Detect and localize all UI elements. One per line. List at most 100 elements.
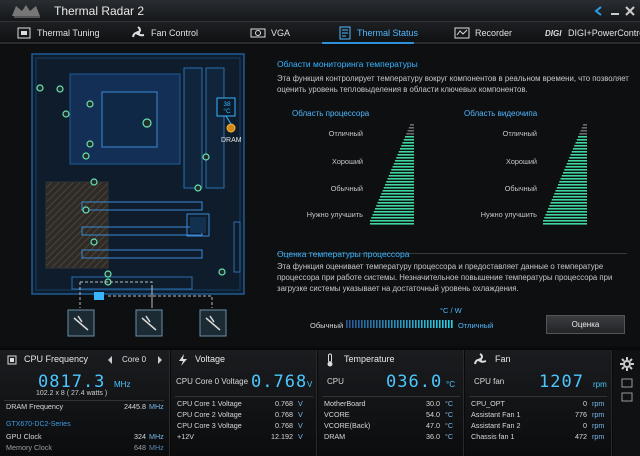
gauge-bar — [407, 130, 414, 132]
temperature-row-unit: °C — [445, 432, 454, 441]
next-core-icon[interactable] — [156, 356, 164, 364]
cpu-level-normal: Обычный — [330, 184, 363, 193]
gauge-bar — [410, 124, 414, 126]
core-select[interactable]: Core 0 — [122, 355, 146, 364]
scale-tick — [355, 320, 357, 328]
gauge-bar — [372, 214, 414, 216]
document-icon — [339, 26, 351, 40]
gauge-bar — [553, 196, 587, 198]
scale-tick — [445, 320, 447, 328]
tab-label: VGA — [271, 28, 291, 38]
cpu-level-excellent: Отличный — [328, 129, 363, 138]
tab-label: Thermal Tuning — [37, 28, 100, 38]
scale-tick — [442, 320, 444, 328]
scale-tick — [409, 320, 411, 328]
gauge-bar — [376, 205, 414, 207]
voltage-row-unit: V — [298, 421, 303, 430]
dram-frequency-value: 2445.8 — [124, 402, 146, 411]
gauge-bar — [555, 190, 587, 192]
tab-bar: Thermal Tuning Fan Control VGA Thermal S… — [0, 22, 640, 44]
scale-tick — [397, 320, 399, 328]
fan-row-value: 472 — [575, 432, 587, 441]
gauge-bar — [370, 223, 414, 225]
gauge-bar — [375, 208, 414, 210]
tab-thermal-tuning[interactable]: Thermal Tuning — [16, 22, 100, 44]
scale-tick — [424, 320, 426, 328]
collapse-panel-icon[interactable] — [621, 392, 633, 402]
fan-panel: Fan CPU fan 1207 rpm CPU_OPT 0 rpm Assistan… — [465, 350, 612, 456]
prev-core-icon[interactable] — [106, 356, 114, 364]
gauge-bar — [571, 151, 587, 153]
tab-digi-power-control[interactable]: DIGI DIGI+PowerControl — [545, 22, 640, 44]
evaluate-button[interactable]: Оценка — [546, 315, 625, 334]
cpu-frequency-unit: MHz — [114, 380, 131, 389]
fan-row-unit: rpm — [592, 421, 605, 430]
temperature-row-unit: °C — [445, 421, 454, 430]
voltage-row-value: 12.192 — [271, 432, 293, 441]
back-icon[interactable] — [592, 4, 606, 18]
gauge-bar — [561, 175, 587, 177]
gauge-bar — [387, 178, 414, 180]
side-controls — [613, 350, 640, 456]
scale-tick — [451, 320, 453, 328]
gauge-bar — [381, 193, 414, 195]
app-title: Thermal Radar 2 — [54, 4, 145, 18]
svg-text:DIGI: DIGI — [545, 29, 562, 38]
gauge-bar — [565, 166, 587, 168]
gauge-bar — [391, 169, 414, 171]
temperature-row-value: 54.0 — [426, 410, 440, 419]
temperature-main-value: 036.0 — [386, 372, 443, 392]
gauge-bar — [378, 199, 414, 201]
gauge-bar — [545, 214, 587, 216]
voltage-main-value: 0.768 — [251, 372, 308, 392]
window-mode-icon[interactable] — [621, 378, 633, 388]
gauge-bar — [401, 145, 414, 147]
scale-tick — [346, 320, 348, 328]
eval-scale — [346, 320, 453, 328]
gauge-bar — [543, 220, 587, 222]
tab-recorder[interactable]: Recorder — [454, 22, 512, 44]
motherboard-diagram — [31, 53, 245, 337]
temperature-row-unit: °C — [445, 410, 454, 419]
separator — [469, 396, 607, 397]
title-bar: Thermal Radar 2 — [0, 0, 640, 22]
scale-tick — [373, 320, 375, 328]
gauge-bar — [390, 172, 414, 174]
scale-tick — [385, 320, 387, 328]
tab-fan-control[interactable]: Fan Control — [130, 22, 198, 44]
close-icon[interactable] — [623, 4, 637, 18]
gauge-bar — [395, 160, 414, 162]
vga-icon — [250, 28, 266, 38]
gauge-bar — [400, 148, 414, 150]
scale-tick — [367, 320, 369, 328]
dram-frequency-label: DRAM Frequency — [6, 402, 64, 411]
gpu-area-title: Область видеочипа — [464, 109, 538, 118]
scale-tick — [412, 320, 414, 328]
scale-tick — [349, 320, 351, 328]
gauge-bar — [386, 181, 414, 183]
eval-heading: Оценка температуры процессора — [277, 249, 410, 259]
scale-tick — [433, 320, 435, 328]
fan-row-value: 0 — [583, 399, 587, 408]
settings-gear-icon[interactable] — [619, 356, 635, 372]
gpu-level-normal: Обычный — [504, 184, 537, 193]
gpu-name: GTX670-DC2-Series — [6, 421, 71, 428]
minimize-icon[interactable] — [608, 4, 622, 18]
voltage-row-label: +12V — [177, 432, 194, 441]
gauge-bar — [370, 220, 414, 222]
gpu-level-excellent: Отличный — [502, 129, 537, 138]
tab-vga[interactable]: VGA — [250, 22, 290, 44]
tab-thermal-status[interactable]: Thermal Status — [338, 22, 418, 44]
scale-tick — [421, 320, 423, 328]
gauge-bar — [382, 190, 414, 192]
gauge-bar — [563, 172, 587, 174]
thermal-tuning-icon — [17, 27, 31, 39]
fan-row-value: 776 — [575, 410, 587, 419]
gauge-bar — [397, 154, 414, 156]
gauge-bar — [575, 142, 587, 144]
board-temp-label: 38 °C — [223, 101, 231, 115]
gauge-bar — [578, 136, 587, 138]
voltage-title: Voltage — [195, 354, 226, 364]
fan-row-value: 0 — [583, 421, 587, 430]
temperature-title: Temperature — [344, 354, 395, 364]
